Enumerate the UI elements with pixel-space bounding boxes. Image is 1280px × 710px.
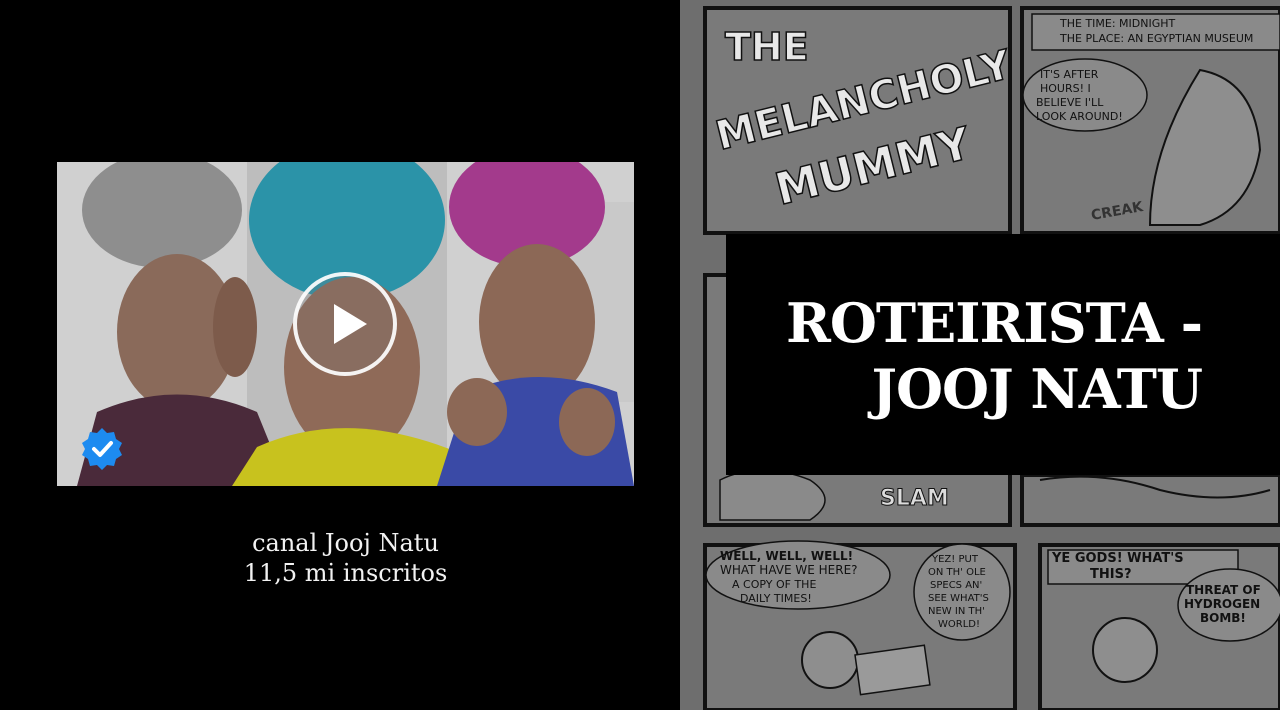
comic-bubble-specs-1: YEZ! PUT — [931, 554, 979, 565]
comic-bubble-gods-1: YE GODS! WHAT'S — [1051, 551, 1184, 566]
comic-bubble-gods-2: THIS? — [1090, 567, 1132, 582]
comic-bubble-threat-3: BOMB! — [1200, 611, 1246, 625]
comic-bubble-specs-5: NEW IN TH' — [928, 606, 985, 617]
comic-bubble-threat-2: HYDROGEN — [1184, 597, 1260, 611]
comic-bubble-specs-2: ON TH' OLE — [928, 567, 986, 578]
comic-bubble-threat-1: THREAT OF — [1186, 583, 1261, 597]
comic-bubble-specs-3: SPECS AN' — [930, 580, 982, 591]
comic-bubble-hours-1: IT'S AFTER — [1040, 68, 1099, 81]
comic-caption-place: THE PLACE: AN EGYPTIAN MUSEUM — [1059, 32, 1253, 45]
comic-bubble-hours-3: BELIEVE I'LL — [1036, 96, 1104, 109]
title-line-2: JOOJ NATU — [871, 357, 1203, 421]
comic-bubble-hours-4: LOOK AROUND! — [1036, 110, 1123, 123]
channel-name: canal Jooj Natu — [252, 529, 439, 557]
play-button[interactable] — [293, 272, 397, 376]
comic-caption-time: THE TIME: MIDNIGHT — [1059, 17, 1176, 30]
subscriber-count: 11,5 mi inscritos — [243, 559, 448, 587]
comic-bubble-specs-6: WORLD! — [938, 619, 980, 630]
play-icon — [334, 304, 367, 344]
comic-bubble-well-4: DAILY TIMES! — [740, 592, 812, 605]
page-title: ROTEIRISTA - JOOJ NATU — [786, 290, 1203, 422]
comic-bubble-well-2: WHAT HAVE WE HERE? — [720, 563, 858, 577]
channel-caption: canal Jooj Natu 11,5 mi inscritos — [57, 528, 634, 588]
video-thumbnail[interactable] — [57, 162, 634, 486]
comic-bubble-specs-4: SEE WHAT'S — [928, 593, 989, 604]
comic-sfx-slam: SLAM — [880, 486, 949, 511]
title-line-1: ROTEIRISTA - — [786, 291, 1203, 355]
comic-bubble-hours-2: HOURS! I — [1040, 82, 1091, 95]
comic-logo-the: THE — [725, 25, 809, 69]
comic-bubble-well-1: WELL, WELL, WELL! — [720, 549, 853, 563]
verified-badge-icon — [82, 428, 122, 470]
title-box: ROTEIRISTA - JOOJ NATU — [726, 234, 1280, 475]
comic-bubble-well-3: A COPY OF THE — [732, 578, 816, 591]
